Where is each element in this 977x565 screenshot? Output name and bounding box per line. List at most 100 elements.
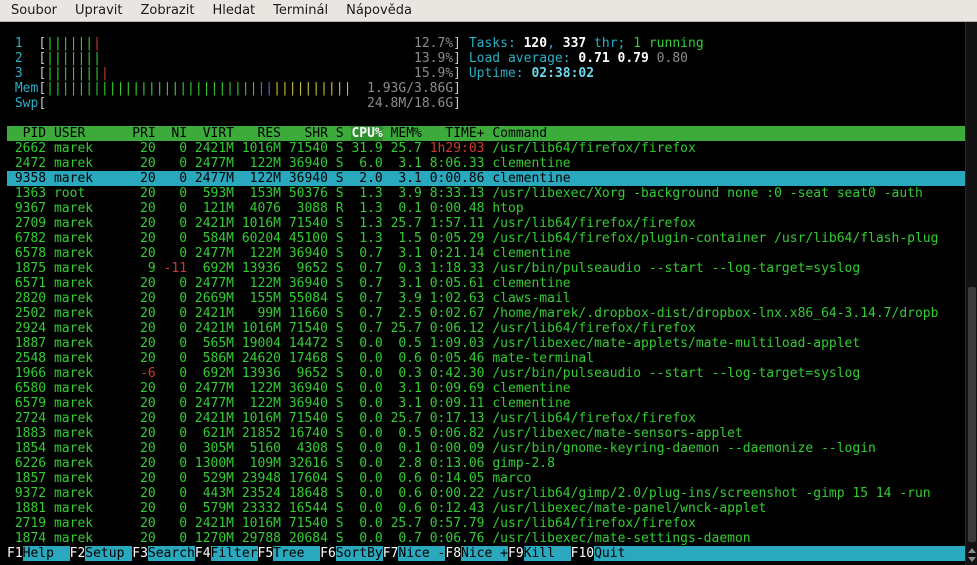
- process-row-2924[interactable]: 2924 marek 20 0 2421M 1016M 71540 S 0.7 …: [7, 321, 977, 336]
- fn-key-f8[interactable]: F8: [445, 546, 461, 561]
- fn-key-f2[interactable]: F2: [70, 546, 86, 561]
- process-row-6580[interactable]: 6580 marek 20 0 2477M 122M 36940 S 0.0 3…: [7, 381, 977, 396]
- fn-label-setup[interactable]: Setup: [85, 546, 133, 561]
- cpu3-meter-bar-red: |: [100, 66, 109, 81]
- column-header-time[interactable]: TIME+: [430, 126, 484, 141]
- menu-item-napoveda[interactable]: Nápověda: [337, 1, 421, 20]
- process-row-6782[interactable]: 6782 marek 20 0 584M 60204 45100 S 1.3 1…: [7, 231, 977, 246]
- fn-label-nice+[interactable]: Nice +: [461, 546, 508, 561]
- cpu1-meter-bar-green: ||||||: [46, 36, 94, 51]
- process-row-2472[interactable]: 2472 marek 20 0 2477M 122M 36940 S 6.0 3…: [7, 156, 977, 171]
- fn-key-f1[interactable]: F1: [7, 546, 23, 561]
- memory-meter-value: 1.93G/3.86G: [367, 81, 454, 96]
- fn-label-search[interactable]: Search: [147, 546, 195, 561]
- fn-key-f10[interactable]: F10: [571, 546, 594, 561]
- scroll-up-icon[interactable]: [968, 548, 976, 553]
- process-row-1363[interactable]: 1363 root 20 0 593M 153M 50376 S 1.3 3.9…: [7, 186, 977, 201]
- column-header-user[interactable]: USER: [54, 126, 124, 141]
- memory-meter-bar-green: |||||||||||||||||||||||||||: [46, 81, 258, 96]
- process-row-6571[interactable]: 6571 marek 20 0 2477M 122M 36940 S 0.7 3…: [7, 276, 977, 291]
- function-key-bar: F1Help F2Setup F3SearchF4FilterF5Tree F6…: [7, 546, 977, 561]
- process-row-9372[interactable]: 9372 marek 20 0 443M 23524 18648 S 0.0 0…: [7, 486, 977, 501]
- process-row-1854[interactable]: 1854 marek 20 0 305M 5160 4308 S 0.0 0.1…: [7, 441, 977, 456]
- column-header-res[interactable]: RES: [242, 126, 281, 141]
- process-row-2724[interactable]: 2724 marek 20 0 2421M 1016M 71540 S 0.0 …: [7, 411, 977, 426]
- process-row-6579[interactable]: 6579 marek 20 0 2477M 122M 36940 S 0.0 3…: [7, 396, 977, 411]
- column-header-shr[interactable]: SHR: [289, 126, 328, 141]
- terminal[interactable]: 1 [||||||| 12.7%] Tasks: 120, 337 thr; 1…: [0, 22, 977, 565]
- memory-meter-label: Mem: [14, 81, 39, 96]
- table-header: PID USER PRI NI VIRT RES SHR S CPU% MEM%…: [7, 126, 977, 141]
- column-header-command[interactable]: Command: [492, 126, 547, 141]
- process-row-1874[interactable]: 1874 marek 20 0 1270M 29788 20684 S 0.0 …: [7, 531, 977, 546]
- process-row-9367[interactable]: 9367 marek 20 0 121M 4076 3088 R 1.3 0.1…: [7, 201, 977, 216]
- column-header-cpu[interactable]: CPU%: [351, 126, 383, 141]
- process-row-6578[interactable]: 6578 marek 20 0 2477M 122M 36940 S 0.7 3…: [7, 246, 977, 261]
- process-row-1881[interactable]: 1881 marek 20 0 579M 23332 16544 S 0.0 0…: [7, 501, 977, 516]
- process-row-2502[interactable]: 2502 marek 20 0 2421M 99M 11660 S 0.7 2.…: [7, 306, 977, 321]
- fn-label-sortby[interactable]: SortBy: [335, 546, 383, 561]
- fn-key-f5[interactable]: F5: [258, 546, 274, 561]
- menu-item-hledat[interactable]: Hledat: [203, 1, 264, 20]
- cpu1-meter-value: 12.7%: [414, 36, 454, 51]
- process-row-2820[interactable]: 2820 marek 20 0 2669M 155M 55084 S 0.7 3…: [7, 291, 977, 306]
- process-row-6226[interactable]: 6226 marek 20 0 1300M 109M 32616 S 0.0 2…: [7, 456, 977, 471]
- fn-key-f3[interactable]: F3: [132, 546, 148, 561]
- swap-meter: Swp[ 24.8M/18.6G]: [14, 96, 461, 111]
- cpu2-meter-label: 2: [14, 51, 39, 66]
- scroll-down-icon[interactable]: [968, 557, 976, 562]
- scrollbar[interactable]: [965, 22, 977, 565]
- cpu3-meter-label: 3: [14, 66, 39, 81]
- scrollbar-thumb[interactable]: [968, 287, 976, 542]
- process-row-2662[interactable]: 2662 marek 20 0 2421M 1016M 71540 S 31.9…: [7, 141, 977, 156]
- column-header-virt[interactable]: VIRT: [195, 126, 234, 141]
- cpu3-meter-bar-green: |||||||: [46, 66, 101, 81]
- cpu2-meter-value: 13.9%: [414, 51, 454, 66]
- process-row-1887[interactable]: 1887 marek 20 0 565M 19004 14472 S 0.0 0…: [7, 336, 977, 351]
- menu-item-terminal[interactable]: Terminál: [264, 1, 337, 20]
- tasks-summary: Tasks: 120, 337 thr; 1 running: [468, 36, 704, 51]
- column-header-mem[interactable]: MEM%: [391, 126, 422, 141]
- menu-bar: Soubor Upravit Zobrazit Hledat Terminál Nápov…: [0, 0, 977, 22]
- fn-key-f7[interactable]: F7: [383, 546, 399, 561]
- process-row-1875[interactable]: 1875 marek 9 -11 692M 13936 9652 S 0.7 0…: [7, 261, 977, 276]
- uptime-summary: Uptime: 02:38:02: [468, 66, 595, 81]
- process-row-2709[interactable]: 2709 marek 20 0 2421M 1016M 71540 S 1.3 …: [7, 216, 977, 231]
- fn-key-f4[interactable]: F4: [195, 546, 211, 561]
- cpu1-meter-label: 1: [14, 36, 39, 51]
- menu-item-soubor[interactable]: Soubor: [2, 1, 66, 20]
- cpu3-meter: 3 [|||||||| 15.9%] Uptime: 02:38:02: [14, 66, 595, 81]
- column-header-pri[interactable]: PRI: [132, 126, 155, 141]
- menu-item-upravit[interactable]: Upravit: [66, 1, 131, 20]
- process-row-1857[interactable]: 1857 marek 20 0 529M 23948 17604 S 0.0 0…: [7, 471, 977, 486]
- memory-meter-bar-blue: ||: [257, 81, 274, 96]
- swap-meter-value: 24.8M/18.6G: [367, 96, 454, 111]
- fn-key-f6[interactable]: F6: [320, 546, 336, 561]
- process-row-2719[interactable]: 2719 marek 20 0 2421M 1016M 71540 S 0.0 …: [7, 516, 977, 531]
- cpu1-meter-bar-red: |: [93, 36, 101, 51]
- fn-label-kill[interactable]: Kill: [523, 546, 571, 561]
- fn-label-quit[interactable]: Quit: [594, 546, 642, 561]
- swap-meter-label: Swp: [14, 96, 39, 111]
- fn-bar-filler: [641, 546, 977, 561]
- cpu2-meter-bar-green: |||||||: [46, 51, 101, 66]
- fn-label-filter[interactable]: Filter: [210, 546, 258, 561]
- process-row-2548[interactable]: 2548 marek 20 0 586M 24620 17468 S 0.0 0…: [7, 351, 977, 366]
- cpu2-meter: 2 [||||||| 13.9%] Load average: 0.71 0.7…: [14, 51, 688, 66]
- process-row-1966[interactable]: 1966 marek -6 0 692M 13936 9652 S 0.0 0.…: [7, 366, 977, 381]
- memory-meter-bar-yellow: ||||||||||: [273, 81, 352, 96]
- process-row-1883[interactable]: 1883 marek 20 0 621M 21852 16740 S 0.0 0…: [7, 426, 977, 441]
- cpu3-meter-value: 15.9%: [414, 66, 454, 81]
- memory-meter: Mem[||||||||||||||||||||||||||||||||||||…: [14, 81, 461, 96]
- fn-label-nice-[interactable]: Nice -: [398, 546, 446, 561]
- process-row-9358[interactable]: 9358 marek 20 0 2477M 122M 36940 S 2.0 3…: [7, 171, 977, 186]
- menu-item-zobrazit[interactable]: Zobrazit: [131, 1, 203, 20]
- fn-label-help[interactable]: Help: [22, 546, 70, 561]
- column-header-ni[interactable]: NI: [164, 126, 187, 141]
- column-header-pid[interactable]: PID: [7, 126, 47, 141]
- fn-label-tree[interactable]: Tree: [273, 546, 321, 561]
- column-header-s[interactable]: S: [336, 126, 344, 141]
- cpu1-meter: 1 [||||||| 12.7%] Tasks: 120, 337 thr; 1…: [14, 36, 704, 51]
- fn-key-f9[interactable]: F9: [508, 546, 524, 561]
